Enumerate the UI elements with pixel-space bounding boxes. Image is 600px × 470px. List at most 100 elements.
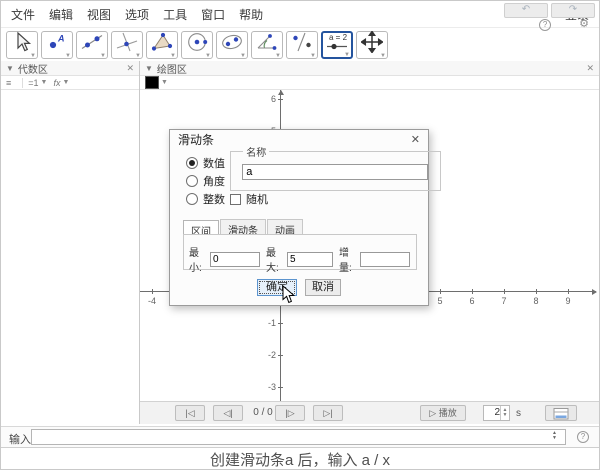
chevron-down-icon[interactable]: ▼ (275, 53, 281, 59)
chevron-down-icon[interactable]: ▼ (310, 53, 316, 59)
random-checkbox-row[interactable]: 随机 (230, 191, 268, 207)
x-tick-label: 8 (533, 296, 539, 306)
radio-selected-icon[interactable] (186, 157, 198, 169)
y-tick-label: 6 (270, 94, 276, 104)
algebra-panel-header[interactable]: ▼ 代数区 ✕ (1, 61, 139, 76)
radio-option-0[interactable]: 数值 (186, 155, 225, 171)
tool-slider-button[interactable]: a = 2 ▼ (321, 30, 353, 59)
color-swatch-button[interactable]: ▼ (145, 76, 168, 89)
x-tick (440, 289, 441, 294)
graphics-panel-title: 绘图区 (156, 64, 187, 76)
menu-item-6[interactable]: 帮助 (239, 6, 263, 23)
menu-item-5[interactable]: 窗口 (201, 6, 225, 23)
name-legend: 名称 (246, 148, 267, 159)
x-tick (536, 289, 537, 294)
menu-item-0[interactable]: 文件 (11, 6, 35, 23)
play-icon: ▷ (429, 408, 439, 418)
gear-icon[interactable]: ⚙ (579, 19, 589, 31)
y-axis-arrow-icon (277, 90, 284, 95)
toolbar-mini-icons: ? ⚙ (539, 19, 589, 31)
stylebar-separator (22, 77, 24, 88)
radio-label: 数值 (203, 158, 225, 170)
sort-mode-button[interactable]: =1 ▼ (28, 78, 47, 88)
x-tick (504, 289, 505, 294)
input-history-arrows-icon[interactable]: ▲ ▼ (552, 431, 557, 441)
menu-item-3[interactable]: 选项 (125, 6, 149, 23)
tool-move-icon (12, 31, 32, 58)
color-swatch (145, 76, 159, 89)
help-icon[interactable]: ? (539, 19, 552, 31)
menu-items: 文件 编辑 视图 选项 工具 窗口 帮助 (11, 6, 277, 23)
undo-button[interactable]: ↶ (504, 3, 548, 18)
menu-item-2[interactable]: 视图 (87, 6, 111, 23)
x-tick-label: -4 (147, 296, 156, 306)
y-tick (278, 355, 283, 356)
y-tick-label: -1 (267, 318, 276, 328)
radio-unselected-icon[interactable] (186, 175, 198, 187)
redo-button[interactable]: ↷ (551, 3, 595, 18)
tool-buttons: ▼ A ▼ ▼ ▼ ▼ ▼ ▼ ▼ ▼ a = 2 ▼ ▼ (6, 30, 391, 59)
chevron-down-icon[interactable]: ▼ (170, 53, 176, 59)
chevron-down-icon[interactable]: ▼ (205, 53, 211, 59)
chevron-down-icon[interactable]: ▼ (30, 53, 36, 59)
random-checkbox[interactable] (230, 193, 241, 205)
chevron-down-icon[interactable]: ▼ (380, 53, 386, 59)
max-input[interactable] (287, 251, 333, 267)
command-input[interactable] (31, 429, 566, 445)
tool-angle-button[interactable]: ▼ (251, 30, 283, 59)
radio-option-1[interactable]: 角度 (186, 173, 225, 189)
step-last-button[interactable]: ▷| (313, 405, 343, 421)
speed-spinner[interactable]: 2 ▲ ▼ (483, 405, 510, 421)
chevron-down-icon: ▼ (161, 79, 168, 86)
chevron-down-icon[interactable]: ▼ (135, 53, 141, 59)
svg-text:a = 2: a = 2 (329, 33, 348, 42)
random-label: 随机 (246, 194, 268, 206)
field-label-max: 最大: (266, 248, 279, 274)
play-button[interactable]: ▷ 播放 (420, 405, 466, 421)
collapse-triangle-icon[interactable]: ▼ (145, 64, 153, 73)
svg-text:A: A (57, 34, 65, 44)
tool-perpendicular-line-button[interactable]: ▼ (111, 30, 143, 59)
tool-polygon-button[interactable]: ▼ (146, 30, 178, 59)
tool-conic-button[interactable]: ▼ (216, 30, 248, 59)
tool-move-graphics-view-button[interactable]: ▼ (356, 30, 388, 59)
redo-icon: ↷ (568, 4, 578, 15)
cancel-button[interactable]: 取消 (305, 279, 341, 296)
slider-name-input[interactable] (242, 163, 429, 180)
field-label-min: 最小: (189, 248, 202, 274)
algebra-panel-title: 代数区 (17, 64, 48, 76)
tool-reflection-button[interactable]: ▼ (286, 30, 318, 59)
y-tick (278, 387, 283, 388)
tool-point-button[interactable]: A ▼ (41, 30, 73, 59)
tool-bar: ▼ A ▼ ▼ ▼ ▼ ▼ ▼ ▼ ▼ a = 2 ▼ ▼ (1, 27, 599, 62)
menu-item-1[interactable]: 编辑 (49, 6, 73, 23)
graphics-close-icon[interactable]: ✕ (586, 63, 594, 74)
x-axis-arrow-icon (592, 288, 597, 295)
min-input[interactable] (210, 251, 260, 267)
algebra-close-icon[interactable]: ✕ (126, 63, 134, 74)
radio-unselected-icon[interactable] (186, 193, 198, 205)
step-first-button[interactable]: |◁ (175, 405, 205, 421)
increment-input[interactable] (360, 251, 410, 267)
fx-toggle-button[interactable]: fx ▼ (53, 78, 69, 88)
chevron-down-icon[interactable]: ▼ (240, 53, 246, 59)
menu-item-4[interactable]: 工具 (163, 6, 187, 23)
radio-option-2[interactable]: 整数 (186, 191, 225, 207)
tool-move-button[interactable]: ▼ (6, 30, 38, 59)
tool-line-button[interactable]: ▼ (76, 30, 108, 59)
tool-circle-button[interactable]: ▼ (181, 30, 213, 59)
algebra-view-panel: ▼ 代数区 ✕ ≡ =1 ▼ fx ▼ (1, 61, 140, 424)
collapse-triangle-icon[interactable]: ▼ (6, 64, 14, 73)
input-help-icon[interactable]: ? (577, 431, 589, 443)
spinner-arrows-icon[interactable]: ▲ ▼ (500, 406, 509, 420)
aux-objects-icon[interactable]: ≡ (6, 78, 11, 88)
y-tick (278, 323, 283, 324)
chevron-down-icon[interactable]: ▼ (344, 52, 350, 58)
x-tick-label: 6 (469, 296, 475, 306)
construction-protocol-button[interactable] (545, 405, 577, 421)
x-tick (472, 289, 473, 294)
chevron-down-icon[interactable]: ▼ (65, 53, 71, 59)
step-previous-button[interactable]: ◁| (213, 405, 243, 421)
chevron-down-icon[interactable]: ▼ (100, 53, 106, 59)
graphics-panel-header[interactable]: ▼ 绘图区 ✕ (140, 61, 599, 76)
